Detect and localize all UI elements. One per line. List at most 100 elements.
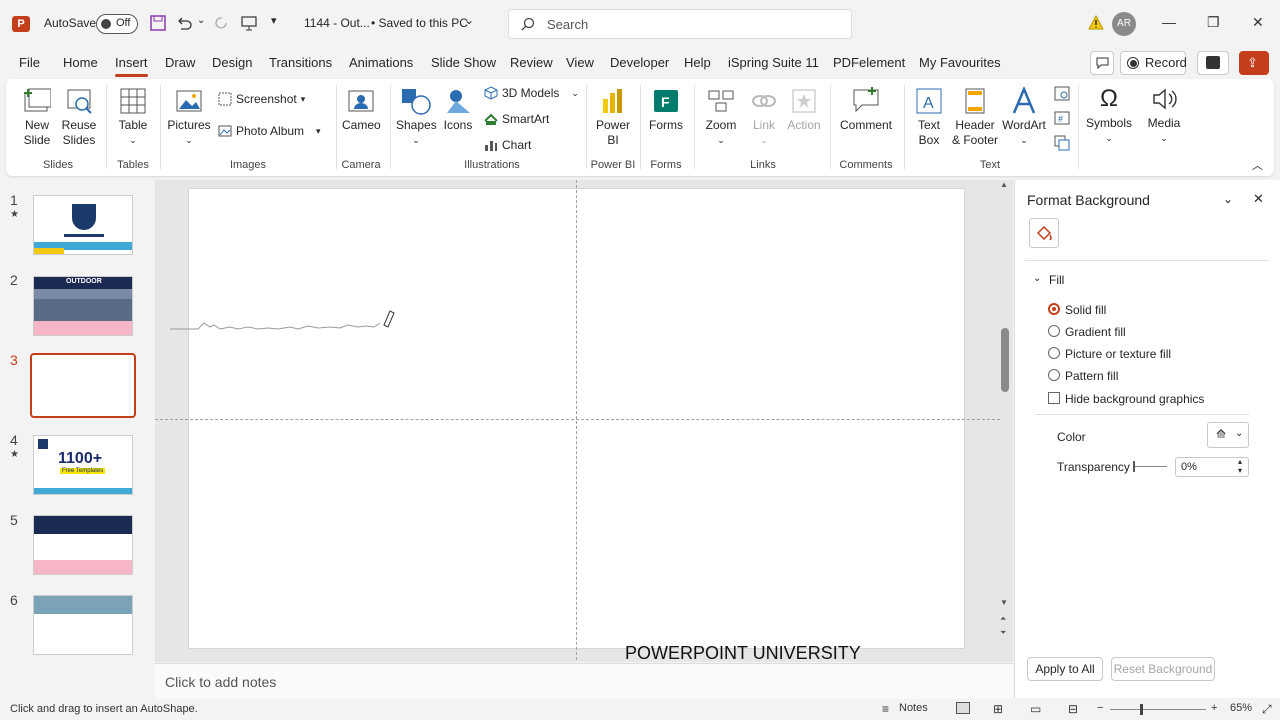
spin-down-icon[interactable]: ▾ <box>1238 466 1242 475</box>
new-slide-button[interactable]: New Slide <box>18 87 56 148</box>
slide-thumbnail-4[interactable]: 1100+ Free Templates <box>33 435 133 495</box>
fill-section-label[interactable]: Fill <box>1049 273 1064 287</box>
pattern-fill-radio[interactable] <box>1048 369 1060 381</box>
normal-view-icon[interactable] <box>956 702 970 714</box>
reading-view-icon[interactable]: ▭ <box>1030 702 1041 716</box>
saved-status[interactable]: • Saved to this PC <box>371 16 468 30</box>
gradient-fill-radio[interactable] <box>1048 325 1060 337</box>
pattern-fill-label[interactable]: Pattern fill <box>1065 369 1118 383</box>
link-button[interactable]: Link ⌄ <box>746 87 782 148</box>
collapse-ribbon-icon[interactable]: ︿ <box>1252 157 1263 173</box>
warning-icon[interactable] <box>1088 15 1104 31</box>
tab-draw[interactable]: Draw <box>165 55 195 70</box>
picture-fill-label[interactable]: Picture or texture fill <box>1065 347 1171 361</box>
next-slide-icon[interactable]: ⏷ <box>1000 628 1006 638</box>
tab-home[interactable]: Home <box>63 55 98 70</box>
tab-animations[interactable]: Animations <box>349 55 413 70</box>
pane-close-icon[interactable]: ✕ <box>1253 191 1264 207</box>
slide-thumbnail-6[interactable] <box>33 595 133 655</box>
slide-thumbnail-1[interactable] <box>33 195 133 255</box>
tab-slide-show[interactable]: Slide Show <box>431 55 496 70</box>
reset-background-button[interactable]: Reset Background <box>1111 657 1215 681</box>
solid-fill-label[interactable]: Solid fill <box>1065 303 1106 317</box>
teams-button[interactable] <box>1197 51 1229 75</box>
reuse-slides-button[interactable]: Reuse Slides <box>60 87 98 148</box>
slide-thumbnail-3[interactable] <box>30 353 136 418</box>
hide-bg-graphics-label[interactable]: Hide background graphics <box>1065 392 1204 406</box>
slide-sorter-icon[interactable]: ⊞ <box>993 702 1003 716</box>
customize-qat-icon[interactable]: ▾ <box>271 14 277 27</box>
saved-chevron-icon[interactable]: ⌄ <box>464 13 474 27</box>
search-box[interactable]: Search <box>508 9 852 39</box>
redo-icon[interactable] <box>213 15 229 31</box>
transparency-slider[interactable] <box>1135 466 1167 467</box>
chart-button[interactable]: Chart <box>484 138 531 152</box>
tab-design[interactable]: Design <box>212 55 252 70</box>
3d-models-button[interactable]: 3D Models ⌄ <box>484 86 579 100</box>
solid-fill-radio[interactable] <box>1048 303 1060 315</box>
power-bi-button[interactable]: Power BI <box>594 87 632 148</box>
zoom-level[interactable]: 65% <box>1230 702 1252 714</box>
transparency-slider-handle[interactable] <box>1133 461 1135 472</box>
zoom-slider-handle[interactable] <box>1140 704 1143 715</box>
freeform-scribble[interactable] <box>168 305 398 340</box>
date-time-icon[interactable] <box>1054 85 1070 101</box>
text-box-button[interactable]: A Text Box <box>910 87 948 148</box>
slideshow-view-icon[interactable]: ⊟ <box>1068 702 1078 716</box>
undo-icon[interactable] <box>176 15 192 31</box>
tab-insert[interactable]: Insert <box>115 55 148 77</box>
maximize-icon[interactable]: ❐ <box>1207 14 1220 31</box>
editor-scrollbar[interactable]: ▲ ▼ ⏶ ⏷ <box>1000 180 1012 658</box>
picture-fill-radio[interactable] <box>1048 347 1060 359</box>
minimize-icon[interactable]: — <box>1162 14 1176 30</box>
autosave-toggle[interactable]: Off <box>96 14 138 34</box>
tab-pdfelement[interactable]: PDFelement <box>833 55 905 70</box>
gradient-fill-label[interactable]: Gradient fill <box>1065 325 1126 339</box>
icons-button[interactable]: Icons <box>440 87 476 133</box>
fit-to-window-icon[interactable]: ⤢ <box>1262 702 1272 717</box>
wordart-button[interactable]: WordArt ⌄ <box>1002 87 1046 148</box>
tab-my-favourites[interactable]: My Favourites <box>919 55 1001 70</box>
screenshot-button[interactable]: Screenshot ▾ <box>218 92 305 106</box>
notes-icon[interactable]: ≡ <box>882 702 889 716</box>
color-picker-button[interactable]: ⟰ ⌄ <box>1207 422 1249 448</box>
zoom-button[interactable]: Zoom ⌄ <box>702 87 740 148</box>
pane-options-icon[interactable]: ⌄ <box>1223 192 1233 206</box>
media-button[interactable]: Media ⌄ <box>1144 85 1184 146</box>
close-icon[interactable]: ✕ <box>1252 14 1264 31</box>
tab-transitions[interactable]: Transitions <box>269 55 332 70</box>
object-icon[interactable] <box>1054 135 1070 151</box>
notes-toggle[interactable]: Notes <box>899 702 928 714</box>
fill-section-chevron-icon[interactable]: ⌄ <box>1033 273 1041 284</box>
record-button[interactable]: Record <box>1120 51 1187 75</box>
apply-to-all-button[interactable]: Apply to All <box>1027 657 1103 681</box>
comment-button[interactable]: Comment <box>838 87 894 133</box>
comments-button[interactable] <box>1090 51 1114 75</box>
tab-help[interactable]: Help <box>684 55 711 70</box>
scroll-up-icon[interactable]: ▲ <box>1000 180 1008 189</box>
shapes-button[interactable]: Shapes ⌄ <box>396 87 437 148</box>
transparency-input[interactable]: 0% ▴ ▾ <box>1175 457 1249 477</box>
share-button[interactable]: ⇪ <box>1239 51 1269 75</box>
tab-review[interactable]: Review <box>510 55 553 70</box>
previous-slide-icon[interactable]: ⏶ <box>1000 614 1006 624</box>
slide-thumbnail-2[interactable]: OUTDOOR <box>33 276 133 336</box>
tab-file[interactable]: File <box>19 55 40 70</box>
slide-thumbnail-5[interactable] <box>33 515 133 575</box>
zoom-in-icon[interactable]: + <box>1211 702 1217 714</box>
scrollbar-thumb[interactable] <box>1001 328 1009 392</box>
symbols-button[interactable]: Ω Symbols ⌄ <box>1086 85 1132 146</box>
cameo-button[interactable]: Cameo <box>342 87 381 133</box>
tab-developer[interactable]: Developer <box>610 55 669 70</box>
scroll-down-icon[interactable]: ▼ <box>1000 598 1008 607</box>
photo-album-button[interactable]: Photo Album ▾ <box>218 124 321 138</box>
slide-number-icon[interactable]: # <box>1054 110 1070 126</box>
save-icon[interactable] <box>150 15 166 31</box>
zoom-out-icon[interactable]: − <box>1097 702 1103 714</box>
slide-footer-text[interactable]: POWERPOINT UNIVERSITY <box>625 643 861 664</box>
pictures-button[interactable]: Pictures ⌄ <box>166 87 212 148</box>
zoom-slider[interactable] <box>1110 709 1206 710</box>
action-button[interactable]: Action <box>786 87 822 133</box>
hide-bg-graphics-checkbox[interactable] <box>1048 392 1060 404</box>
fill-tab-button[interactable] <box>1029 218 1059 248</box>
